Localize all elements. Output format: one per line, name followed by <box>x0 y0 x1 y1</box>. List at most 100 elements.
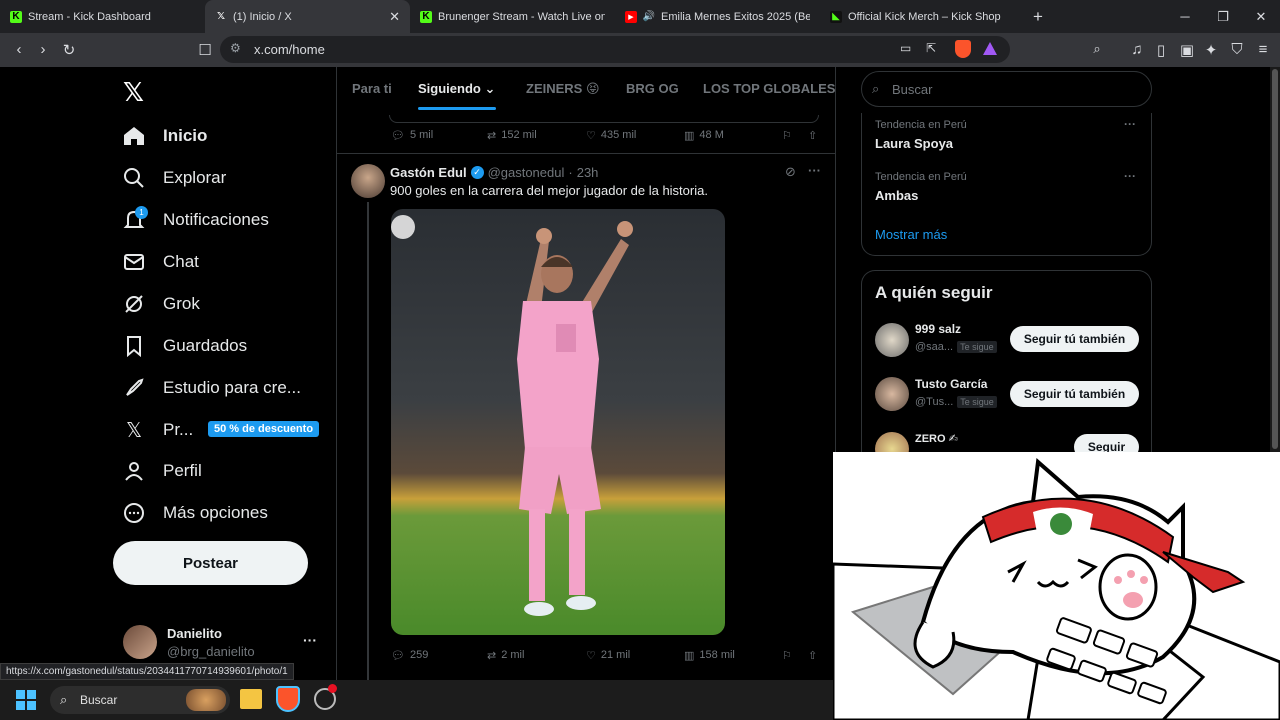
search-input[interactable]: ⌕ Buscar <box>861 71 1152 107</box>
browser-tab-kick-dashboard[interactable]: K Stream - Kick Dashboard <box>0 0 205 33</box>
page-search-icon[interactable]: ⌕ <box>1084 41 1110 57</box>
nav-item-explore[interactable]: Explorar <box>123 167 226 189</box>
tab-para-ti[interactable]: Para ti <box>352 81 392 96</box>
views-button[interactable]: ▥ 48 M <box>684 129 724 142</box>
cast-icon[interactable]: ▭ <box>900 41 911 55</box>
back-icon[interactable]: ‹ <box>6 41 32 58</box>
show-more-link[interactable]: Mostrar más <box>875 227 947 242</box>
reply-button[interactable]: 💬︎ 5 mil <box>391 129 433 142</box>
suggestion-handle: @saa... <box>915 341 954 353</box>
tab-brg-og[interactable]: BRG OG <box>626 81 679 96</box>
nav-item-chat[interactable]: Chat <box>123 251 199 273</box>
site-info-icon[interactable]: ⚙ <box>230 41 241 55</box>
sidebar-icon[interactable]: ▯ <box>1148 41 1174 59</box>
nav-item-profile[interactable]: Perfil <box>123 460 202 482</box>
suggestion-name[interactable]: 999 salz <box>915 322 961 336</box>
close-icon[interactable]: ✕ <box>389 9 400 25</box>
suggestion-avatar[interactable] <box>875 323 909 357</box>
scrollbar-thumb[interactable] <box>1272 69 1278 449</box>
nav-label: Notificaciones <box>163 210 269 229</box>
tweet-author-handle[interactable]: @gastonedul <box>488 165 565 180</box>
repost-button[interactable]: ⇄ 2 mil <box>487 649 524 662</box>
timeline: Para ti Siguiendo ⌄ ZEINERS 😝 BRG OG LOS… <box>336 67 836 680</box>
file-explorer-icon[interactable] <box>240 689 262 709</box>
tweet-photo[interactable] <box>391 209 725 635</box>
views-button[interactable]: ▥ 158 mil <box>684 649 735 662</box>
nav-item-bookmarks[interactable]: Guardados <box>123 335 247 357</box>
browser-tab-youtube[interactable]: ▶ 🔊 Emilia Mernes Exitos 2025 (Best C <box>615 0 820 33</box>
nav-item-premium[interactable]: 𝕏 Pr... <box>123 419 193 442</box>
follow-button[interactable]: Seguir tú también <box>1010 326 1139 352</box>
like-count: 435 mil <box>600 129 637 141</box>
nav-item-grok[interactable]: Grok <box>123 293 200 315</box>
trend-name[interactable]: Laura Spoya <box>875 136 953 151</box>
browser-tab-kick-shop[interactable]: ◣ Official Kick Merch – Kick Shop <box>820 0 1025 33</box>
tweet-time[interactable]: 23h <box>577 165 599 180</box>
bookmark-tweet-icon[interactable]: ⚐ <box>782 129 792 142</box>
browser-tab-brunenger[interactable]: K Brunenger Stream - Watch Live on Ki <box>410 0 615 33</box>
grok-explain-icon[interactable]: ⊘ <box>785 164 796 180</box>
app-icon[interactable] <box>314 684 337 710</box>
follows-you-badge: Te sigue <box>957 341 997 353</box>
taskbar-search-placeholder: Buscar <box>80 693 118 707</box>
address-bar[interactable]: ⚙ x.com/home ▭ ⇱ <box>220 36 1010 63</box>
account-avatar[interactable] <box>123 625 157 659</box>
wallet-icon[interactable]: ▣ <box>1174 41 1200 59</box>
nav-item-home[interactable]: Inicio <box>123 125 207 147</box>
nav-item-creator-studio[interactable]: Estudio para cre... <box>123 377 301 399</box>
share-tweet-icon[interactable]: ⇧ <box>808 129 817 142</box>
tweet-more-icon[interactable]: ··· <box>808 163 821 178</box>
nav-label: Grok <box>163 294 200 313</box>
notification-dot <box>328 684 337 693</box>
windows-start-icon[interactable] <box>16 690 36 710</box>
suggestion-avatar[interactable] <box>875 377 909 411</box>
music-icon[interactable]: ♫ <box>1124 41 1150 58</box>
leo-ai-icon[interactable]: ✦ <box>1198 41 1224 59</box>
bookmark-tweet-icon[interactable]: ⚐ <box>782 649 792 662</box>
account-menu-icon[interactable]: ··· <box>303 632 317 648</box>
like-button[interactable]: ♡ 435 mil <box>586 129 636 142</box>
brave-rewards-icon[interactable] <box>983 42 997 55</box>
tab-siguiendo[interactable]: Siguiendo ⌄ <box>418 81 495 97</box>
tweet-author-avatar[interactable] <box>351 164 385 198</box>
nav-item-more[interactable]: Más opciones <box>123 502 268 524</box>
forward-icon[interactable]: › <box>30 41 56 58</box>
trend-name[interactable]: Ambas <box>875 188 918 203</box>
suggestion-name[interactable]: ZERO ✍ <box>915 432 958 445</box>
taskbar-search[interactable]: ⌕ Buscar <box>50 686 230 714</box>
reload-icon[interactable]: ↻ <box>56 41 82 59</box>
follow-button[interactable]: Seguir tú también <box>1010 381 1139 407</box>
share-icon[interactable]: ⇱ <box>926 41 936 55</box>
menu-icon[interactable]: ≡ <box>1250 41 1276 58</box>
new-tab-icon[interactable]: + <box>1033 7 1043 27</box>
trend-more-icon[interactable]: ··· <box>1124 117 1136 131</box>
like-count: 21 mil <box>600 649 631 661</box>
tab-zeiners[interactable]: ZEINERS 😝 <box>526 81 600 97</box>
restore-icon[interactable]: ❐ <box>1204 0 1242 33</box>
brave-shields-icon[interactable] <box>955 40 971 58</box>
premium-discount-badge[interactable]: 50 % de descuento <box>208 421 320 437</box>
repost-button[interactable]: ⇄ 152 mil <box>487 129 537 142</box>
minimize-icon[interactable]: ─ <box>1166 0 1204 33</box>
vpn-icon[interactable]: ⛉ <box>1224 41 1250 58</box>
browser-tab-x-home[interactable]: 𝕏 (1) Inicio / X ✕ <box>205 0 410 33</box>
tab-los-top-globales[interactable]: LOS TOP GLOBALES <box>703 81 835 96</box>
nav-item-notifications[interactable]: 1 Notificaciones <box>123 206 269 231</box>
tweet-author-name[interactable]: Gastón Edul <box>390 165 467 180</box>
share-tweet-icon[interactable]: ⇧ <box>808 649 817 662</box>
x-logo-icon[interactable]: 𝕏 <box>123 77 144 108</box>
mail-icon <box>123 251 145 273</box>
brave-browser-icon[interactable] <box>276 686 300 712</box>
previous-tweet-media-edge <box>389 115 819 123</box>
post-button[interactable]: Postear <box>113 541 308 585</box>
suggestion-name[interactable]: Tusto García <box>915 377 987 391</box>
like-button[interactable]: ♡ 21 mil <box>586 649 630 662</box>
heart-icon: ♡ <box>586 129 596 142</box>
reply-button[interactable]: 💬︎ 259 <box>391 649 428 662</box>
right-sidebar: ⌕ Buscar Tendencia en Perú Laura Spoya ·… <box>836 67 1280 466</box>
dot-separator: · <box>568 165 573 180</box>
scrollbar[interactable] <box>1270 67 1280 452</box>
bookmark-page-icon[interactable]: ☐ <box>192 41 218 59</box>
window-close-icon[interactable]: ✕ <box>1242 0 1280 33</box>
trend-more-icon[interactable]: ··· <box>1124 169 1136 183</box>
